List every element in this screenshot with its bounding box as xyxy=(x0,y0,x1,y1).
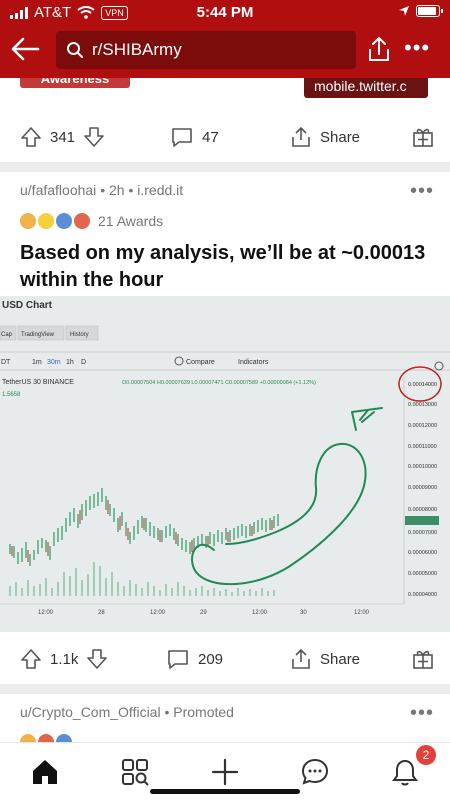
separator: • xyxy=(100,182,106,198)
home-indicator xyxy=(150,789,300,794)
post-title[interactable]: Based on my analysis, we’ll be at ~0.000… xyxy=(20,240,440,294)
separator: • xyxy=(128,182,134,198)
chart-title: USD Chart xyxy=(2,300,53,311)
downvote-icon[interactable] xyxy=(83,126,105,148)
time-tick-label: 12:00 xyxy=(354,610,370,616)
comment-count: 47 xyxy=(202,128,219,146)
post-age: 2h xyxy=(108,182,125,198)
award-icon xyxy=(20,213,36,229)
chart-tab: History xyxy=(70,332,89,338)
chart-sub: 1.5658 xyxy=(2,392,21,398)
award-icon xyxy=(38,213,54,229)
time-tick-label: 12:00 xyxy=(252,610,268,616)
price-tick-label: 0.00013000 xyxy=(408,402,437,408)
post-divider xyxy=(0,684,450,694)
separator: • xyxy=(164,704,170,720)
search-icon xyxy=(67,42,83,58)
status-time: 5:44 PM xyxy=(196,4,254,21)
upvote-count: 1.1k xyxy=(50,650,79,668)
award-gift-icon[interactable] xyxy=(412,126,434,148)
post-more-icon[interactable]: ••• xyxy=(410,702,434,725)
price-tick-label: 0.00006000 xyxy=(408,550,437,556)
chart-toolbar-item: Compare xyxy=(186,359,215,366)
post-domain[interactable]: i.redd.it xyxy=(137,182,183,198)
chart-symbol: TetherUS 30 BINANCE xyxy=(2,379,74,386)
time-tick-label: 29 xyxy=(200,610,207,616)
time-tick-label: 12:00 xyxy=(150,610,166,616)
comment-icon[interactable] xyxy=(170,126,194,148)
price-tick-label: 0.00012000 xyxy=(408,423,437,429)
chart-toolbar-item: DT xyxy=(1,359,11,366)
search-input[interactable]: r/SHIBArmy xyxy=(56,31,356,69)
award-gift-icon[interactable] xyxy=(412,648,434,670)
awareness-tag: Awareness xyxy=(20,78,130,88)
search-text: r/SHIBArmy xyxy=(92,40,182,59)
post-author[interactable]: u/Crypto_Com_Official xyxy=(20,704,161,720)
comment-count: 209 xyxy=(198,650,224,668)
chart-tab: Cap xyxy=(1,332,13,338)
share-icon[interactable] xyxy=(290,648,312,670)
post-actions: 1.1k 209 Share xyxy=(0,640,450,680)
post-meta: u/Crypto_Com_Official • Promoted xyxy=(20,704,234,720)
post-author[interactable]: u/fafafloohai xyxy=(20,182,96,198)
time-tick-label: 28 xyxy=(98,610,105,616)
status-bar: AT&T VPN 5:44 PM xyxy=(0,0,450,26)
share-label[interactable]: Share xyxy=(320,129,360,146)
upvote-icon[interactable] xyxy=(20,126,42,148)
battery-icon xyxy=(416,5,443,17)
share-label[interactable]: Share xyxy=(320,651,360,668)
chart-tab: TradingView xyxy=(21,332,55,338)
chart-toolbar-item: 1h xyxy=(66,359,74,366)
notifications-bell-icon[interactable] xyxy=(390,757,420,787)
chart-toolbar-item: 30m xyxy=(47,359,61,366)
previous-post-media: Awareness mobile.twitter.c xyxy=(0,78,450,100)
promoted-tag: Promoted xyxy=(173,704,234,720)
chart-toolbar-item: Indicators xyxy=(238,359,269,366)
bottom-tab-bar: 2 xyxy=(0,742,450,800)
chat-icon[interactable] xyxy=(300,757,330,787)
post-more-icon[interactable]: ••• xyxy=(410,180,434,203)
price-tick-label: 0.00010000 xyxy=(408,464,437,470)
price-tick-label: 0.00009000 xyxy=(408,485,437,491)
price-tick-label: 0.00008000 xyxy=(408,507,437,513)
price-tick-label: 0.00014000 xyxy=(408,382,437,388)
award-icon xyxy=(56,213,72,229)
chart-ohlc: O0.00007504 H0.00007639 L0.00007471 C0.0… xyxy=(122,380,316,386)
price-tick-label: 0.00007000 xyxy=(408,530,437,536)
downvote-icon[interactable] xyxy=(86,648,108,670)
home-icon[interactable] xyxy=(30,757,60,787)
time-tick-label: 30 xyxy=(300,610,307,616)
share-icon[interactable] xyxy=(290,126,312,148)
upvote-count: 341 xyxy=(50,128,76,146)
previous-post-actions: 341 47 Share xyxy=(0,118,450,158)
awards-row[interactable]: 21 Awards xyxy=(20,213,163,229)
price-tick-label: 0.00011000 xyxy=(408,444,437,450)
post-image-chart[interactable]: USD Chart Cap TradingView History DT 1m … xyxy=(0,296,450,632)
notification-badge: 2 xyxy=(416,745,436,765)
chart-toolbar-item: 1m xyxy=(32,359,42,366)
award-icon xyxy=(74,213,90,229)
app-header: AT&T VPN 5:44 PM r/SHIBArmy ••• xyxy=(0,0,450,78)
more-options-icon[interactable]: ••• xyxy=(404,37,430,59)
price-tick-label: 0.00004000 xyxy=(408,592,437,598)
post-divider xyxy=(0,162,450,172)
create-post-icon[interactable] xyxy=(210,757,240,787)
back-arrow-icon[interactable] xyxy=(8,32,42,66)
link-domain-chip[interactable]: mobile.twitter.c xyxy=(304,78,428,98)
price-tick-label: 0.00005000 xyxy=(408,571,437,577)
discover-icon[interactable] xyxy=(120,757,150,787)
share-icon[interactable] xyxy=(364,34,394,64)
upvote-icon[interactable] xyxy=(20,648,42,670)
time-tick-label: 12:00 xyxy=(38,610,54,616)
comment-icon[interactable] xyxy=(166,648,190,670)
chart-toolbar-item: D xyxy=(81,359,86,366)
awards-count: 21 Awards xyxy=(98,213,164,229)
location-icon xyxy=(399,6,409,16)
post-meta: u/fafafloohai • 2h • i.redd.it xyxy=(20,182,183,198)
